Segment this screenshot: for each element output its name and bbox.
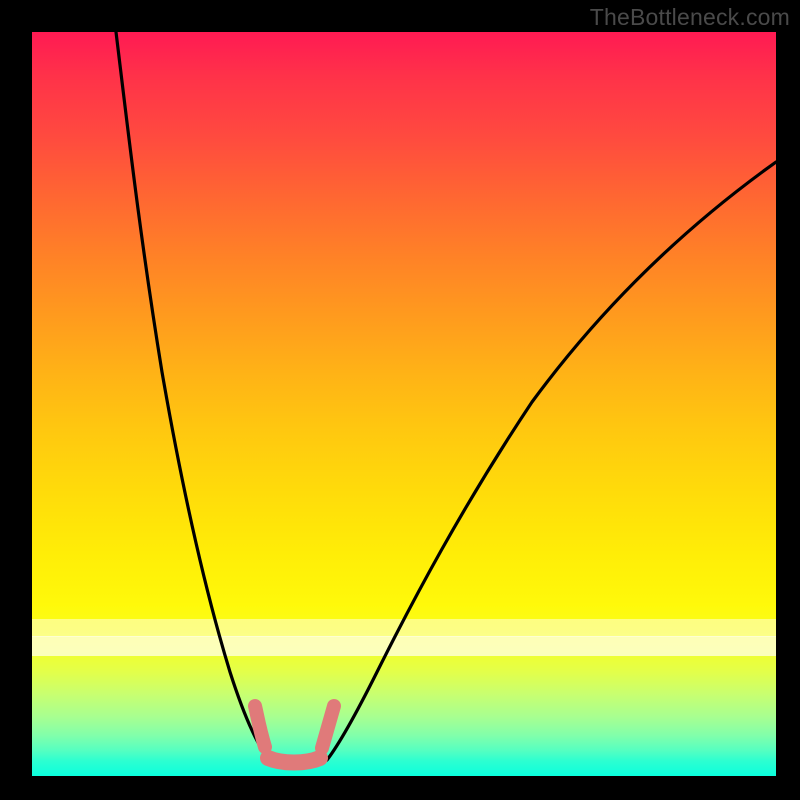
right-curve xyxy=(327,162,776,760)
curves-svg xyxy=(32,32,776,776)
left-curve xyxy=(116,32,270,760)
outer-black-frame: TheBottleneck.com xyxy=(0,0,800,800)
valley-marker-left xyxy=(255,706,265,747)
watermark-text: TheBottleneck.com xyxy=(590,4,790,31)
plot-area xyxy=(32,32,776,776)
valley-floor-marker xyxy=(268,758,320,763)
valley-marker-right xyxy=(322,706,334,748)
